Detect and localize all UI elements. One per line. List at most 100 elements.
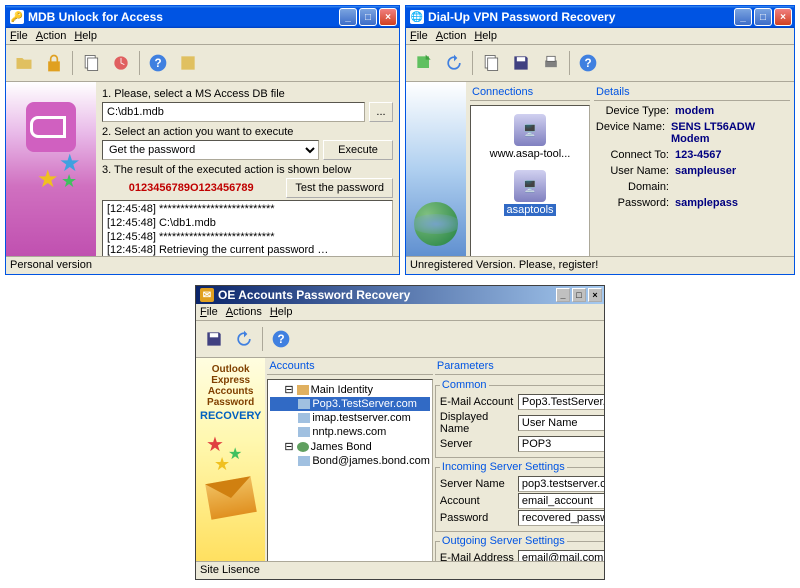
window-title: MDB Unlock for Access	[28, 10, 339, 24]
menu-action[interactable]: Action	[36, 30, 67, 42]
copy-icon[interactable]	[77, 49, 105, 77]
param-value[interactable]	[518, 550, 604, 561]
log-output[interactable]: [12:45:48] ***************************[1…	[102, 200, 393, 256]
accounts-tree[interactable]: ⊟ Main IdentityPop3.TestServer.comimap.t…	[267, 379, 433, 561]
menubar: File Action Help	[6, 28, 399, 45]
parameters-panel: Common E-Mail Account Displayed Name Ser…	[435, 379, 604, 561]
print-icon[interactable]	[537, 49, 565, 77]
connection-label: www.asap-tool...	[490, 148, 571, 160]
mail-icon	[298, 427, 310, 437]
tree-item[interactable]: Bond@james.bond.com	[270, 454, 430, 468]
window-vpn-recovery: 🌐 Dial-Up VPN Password Recovery _ □ × Fi…	[405, 5, 795, 275]
help-icon[interactable]: ?	[144, 49, 172, 77]
menu-help[interactable]: Help	[474, 30, 497, 42]
details-panel: Device Type: modem Device Name: SENS LT5…	[594, 105, 790, 209]
log-line: [12:45:48] Retrieving the current passwo…	[107, 244, 388, 256]
minimize-button[interactable]: _	[556, 288, 570, 302]
param-label: E-Mail Account	[440, 396, 518, 408]
menu-file[interactable]: File	[200, 306, 218, 318]
svg-text:?: ?	[277, 333, 284, 346]
app-icon: 🌐	[410, 10, 424, 24]
param-group: Outgoing Server Settings E-Mail Address …	[435, 535, 604, 561]
help-icon[interactable]: ?	[267, 325, 295, 353]
connection-icon: 🖥️	[514, 114, 546, 146]
maximize-button[interactable]: □	[572, 288, 586, 302]
detail-row: Device Type: modem	[594, 105, 790, 117]
execute-button[interactable]: Execute	[323, 140, 393, 160]
parameters-title: Parameters	[435, 360, 604, 375]
detail-row: Domain:	[594, 181, 790, 193]
tree-item[interactable]: nntp.news.com	[270, 425, 430, 439]
minimize-button[interactable]: _	[339, 8, 357, 26]
refresh-icon[interactable]	[440, 49, 468, 77]
sidebar: ★ ★ ★	[6, 82, 96, 256]
about-icon[interactable]	[174, 49, 202, 77]
param-value[interactable]	[518, 493, 604, 509]
menu-action[interactable]: Action	[436, 30, 467, 42]
test-password-button[interactable]: Test the password	[286, 178, 393, 198]
unlock-icon[interactable]	[40, 49, 68, 77]
param-value[interactable]	[518, 394, 604, 410]
browse-button[interactable]: ...	[369, 102, 393, 122]
param-value[interactable]	[518, 510, 604, 526]
menu-file[interactable]: File	[410, 30, 428, 42]
close-button[interactable]: ×	[588, 288, 602, 302]
param-group: Incoming Server Settings Server Name Acc…	[435, 461, 604, 532]
detail-label: Connect To:	[594, 149, 669, 161]
connection-item[interactable]: 🖥️ www.asap-tool...	[485, 114, 575, 160]
details-title: Details	[594, 86, 790, 101]
copy-icon[interactable]	[477, 49, 505, 77]
titlebar[interactable]: 🌐 Dial-Up VPN Password Recovery _ □ ×	[406, 6, 794, 28]
svg-text:?: ?	[584, 57, 591, 70]
param-label: Server Name	[440, 478, 518, 490]
add-icon[interactable]	[410, 49, 438, 77]
save-icon[interactable]	[507, 49, 535, 77]
sidebar-subheading: RECOVERY	[200, 410, 261, 422]
tree-item[interactable]: imap.testserver.com	[270, 411, 430, 425]
param-value[interactable]	[518, 476, 604, 492]
param-value[interactable]	[518, 415, 604, 431]
menu-actions[interactable]: Actions	[226, 306, 262, 318]
tree-item[interactable]: ⊟ Main Identity	[270, 382, 430, 397]
menu-help[interactable]: Help	[270, 306, 293, 318]
menu-file[interactable]: File	[10, 30, 28, 42]
globe-icon	[414, 202, 458, 246]
step1-label: 1. Please, select a MS Access DB file	[102, 88, 393, 100]
sidebar: Outlook Express Accounts Password RECOVE…	[196, 358, 265, 561]
save-icon[interactable]	[200, 325, 228, 353]
home-icon	[297, 385, 309, 395]
group-legend: Common	[440, 379, 489, 391]
titlebar[interactable]: 🔑 MDB Unlock for Access _ □ ×	[6, 6, 399, 28]
settings-icon[interactable]	[107, 49, 135, 77]
maximize-button[interactable]: □	[754, 8, 772, 26]
help-icon[interactable]: ?	[574, 49, 602, 77]
minimize-button[interactable]: _	[734, 8, 752, 26]
detail-label: User Name:	[594, 165, 669, 177]
connections-list[interactable]: 🖥️ www.asap-tool... 🖥️ asaptools	[470, 105, 590, 256]
mail-icon	[298, 413, 310, 423]
detail-label: Device Type:	[594, 105, 669, 117]
param-row: Server Name	[440, 476, 604, 492]
param-label: Account	[440, 495, 518, 507]
close-button[interactable]: ×	[774, 8, 792, 26]
refresh-icon[interactable]	[230, 325, 258, 353]
tree-item[interactable]: Pop3.TestServer.com	[270, 397, 430, 411]
connection-icon: 🖥️	[514, 170, 546, 202]
svg-text:?: ?	[154, 57, 161, 70]
menu-help[interactable]: Help	[74, 30, 97, 42]
close-button[interactable]: ×	[379, 8, 397, 26]
param-row: E-Mail Address	[440, 550, 604, 561]
titlebar[interactable]: ✉ OE Accounts Password Recovery _ □ ×	[196, 286, 604, 304]
param-label: Displayed Name	[440, 411, 518, 435]
statusbar: Unregistered Version. Please, register!	[406, 256, 794, 274]
param-value[interactable]	[518, 436, 604, 452]
step2-label: 2. Select an action you want to execute	[102, 126, 393, 138]
statusbar: Site Lisence	[196, 561, 604, 579]
connection-item[interactable]: 🖥️ asaptools	[485, 170, 575, 216]
window-title: OE Accounts Password Recovery	[218, 288, 556, 302]
tree-item[interactable]: ⊟ James Bond	[270, 439, 430, 454]
path-input[interactable]	[102, 102, 365, 122]
action-select[interactable]: Get the password	[102, 140, 319, 160]
open-icon[interactable]	[10, 49, 38, 77]
maximize-button[interactable]: □	[359, 8, 377, 26]
